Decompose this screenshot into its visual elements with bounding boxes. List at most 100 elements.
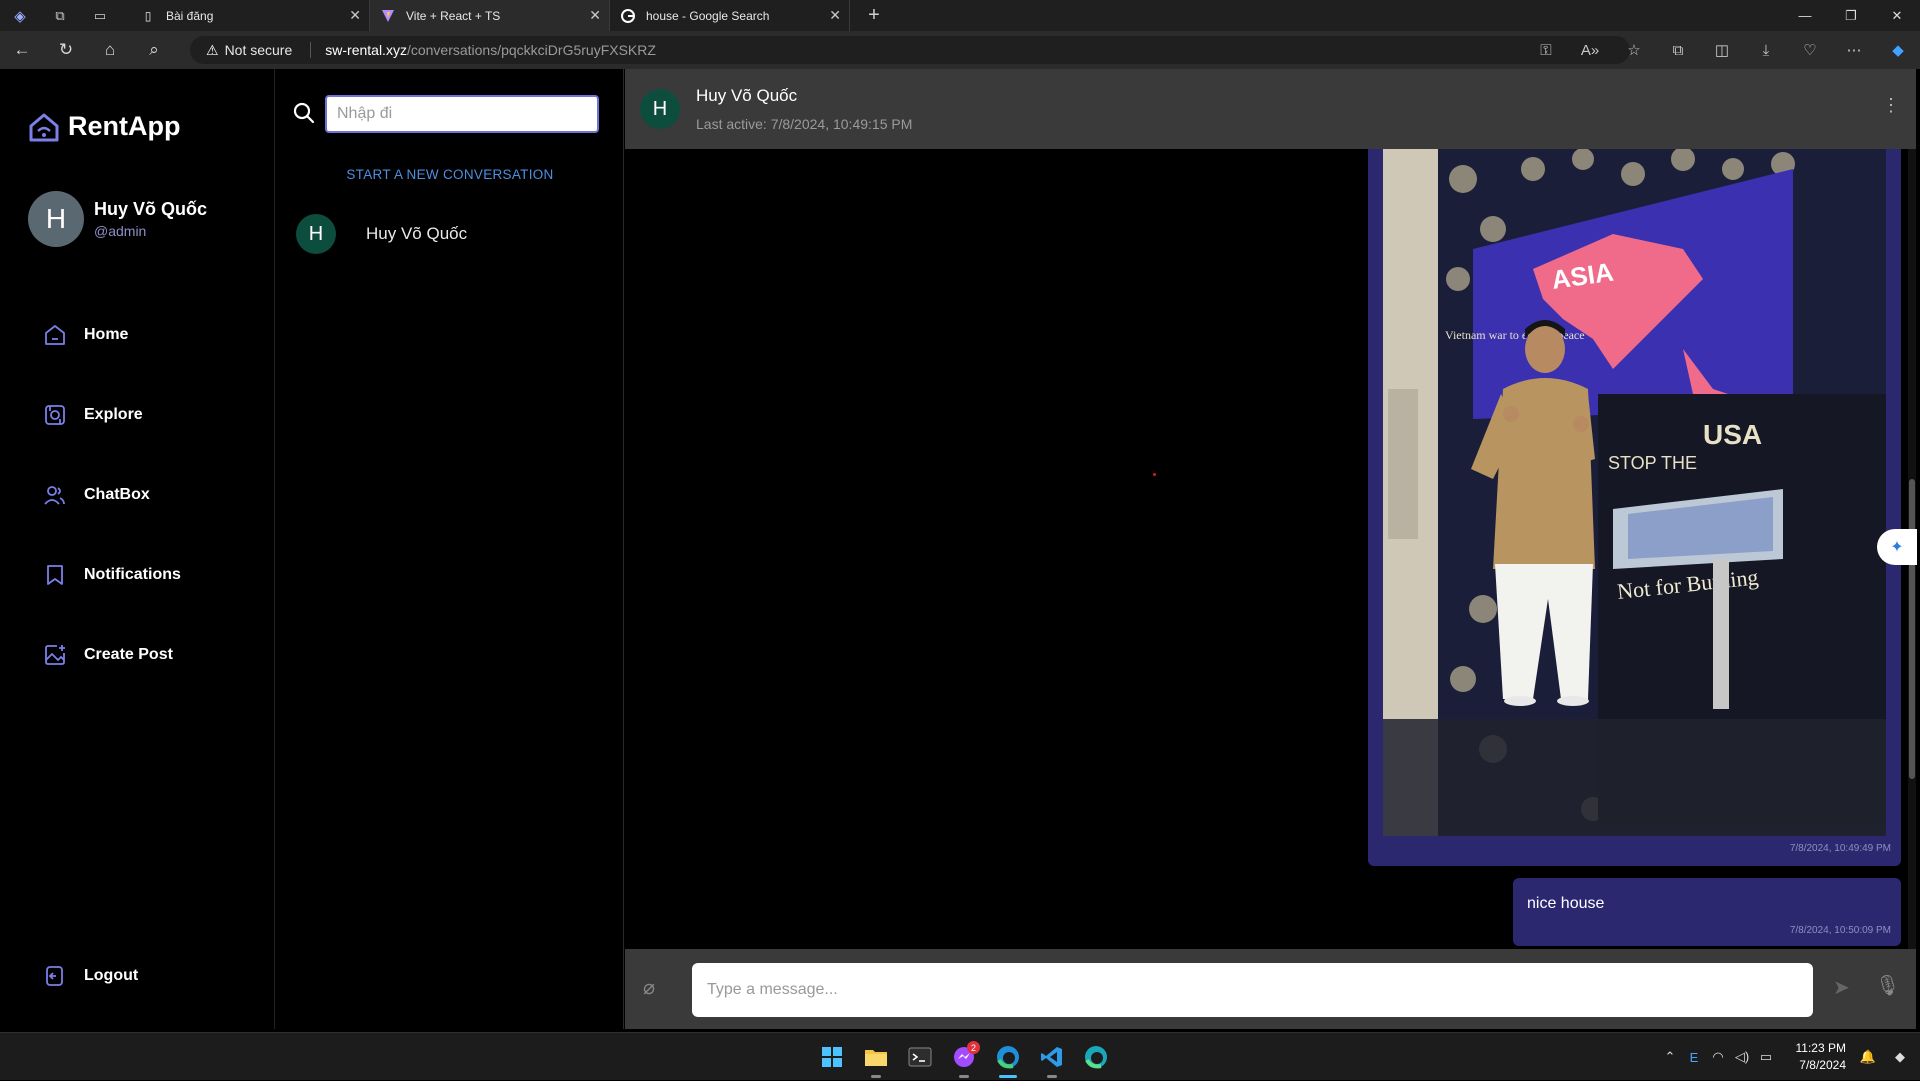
- tab-actions-icon[interactable]: ▭: [80, 0, 120, 31]
- key-icon[interactable]: ⚿: [1524, 31, 1568, 69]
- explore-icon: [42, 402, 68, 428]
- search-icon[interactable]: [292, 101, 316, 125]
- close-window-button[interactable]: ✕: [1874, 0, 1920, 31]
- message-composer: ⌀ ➤ 🎙: [625, 949, 1916, 1029]
- chat-area: H Huy Võ Quốc Last active: 7/8/2024, 10:…: [625, 69, 1916, 1029]
- copilot-icon[interactable]: ◆: [1876, 31, 1920, 69]
- nav-item-notifications[interactable]: Notifications: [42, 535, 181, 615]
- refresh-button[interactable]: ↻: [44, 31, 88, 69]
- tab-title: Bài đăng: [166, 8, 214, 23]
- attach-icon[interactable]: ⌀: [643, 975, 655, 1000]
- close-icon[interactable]: ✕: [349, 7, 361, 24]
- avatar: H: [28, 191, 84, 247]
- workspaces-icon[interactable]: ⧉: [40, 0, 80, 31]
- scrollbar-thumb[interactable]: [1909, 479, 1915, 779]
- avatar: H: [296, 214, 336, 254]
- home-button[interactable]: ⌂: [88, 31, 132, 69]
- terminal-button[interactable]: [898, 1033, 942, 1081]
- browser-essentials-icon[interactable]: ♡: [1788, 31, 1832, 69]
- send-icon[interactable]: ➤: [1833, 975, 1850, 1000]
- text-message[interactable]: nice house 7/8/2024, 10:50:09 PM: [1513, 878, 1901, 946]
- tab-title: house - Google Search: [646, 8, 770, 23]
- back-button[interactable]: ←: [0, 31, 44, 69]
- copilot-icon[interactable]: ◆: [1880, 1033, 1920, 1081]
- search-button[interactable]: ⌕: [132, 31, 176, 69]
- floating-assistant-icon[interactable]: ✦: [1877, 529, 1917, 565]
- nav-label: Create Post: [84, 646, 173, 663]
- nav-label: Home: [84, 326, 129, 343]
- search-input[interactable]: [325, 95, 599, 133]
- chevron-up-icon[interactable]: ⌃: [1658, 1033, 1682, 1081]
- more-menu-icon[interactable]: ⋯: [1832, 31, 1876, 69]
- file-explorer-button[interactable]: [854, 1033, 898, 1081]
- windows-icon: [822, 1047, 842, 1067]
- nav-label: Explore: [84, 406, 143, 423]
- read-aloud-icon[interactable]: A»: [1568, 31, 1612, 69]
- vite-icon: [380, 8, 396, 24]
- nav-item-create-post[interactable]: Create Post: [42, 615, 181, 695]
- message-text: nice house: [1527, 895, 1605, 912]
- address-bar[interactable]: ⚠ Not secure sw-rental.xyz/conversations…: [190, 36, 1630, 64]
- message-timestamp: 7/8/2024, 10:49:49 PM: [1789, 843, 1891, 854]
- battery-icon[interactable]: ▭: [1754, 1033, 1778, 1081]
- nav-item-chatbox[interactable]: ChatBox: [42, 455, 181, 535]
- rentapp: RentApp H Huy Võ Quốc @admin Home Explor…: [4, 69, 1916, 1029]
- nav-label: Notifications: [84, 566, 181, 583]
- image-text-usa: USA: [1703, 419, 1762, 450]
- nav-label: ChatBox: [84, 486, 150, 503]
- notification-badge: 2: [967, 1041, 980, 1054]
- warning-icon[interactable]: ⚠: [206, 42, 219, 59]
- message-list[interactable]: ASIA USA STOP THE Not for Burning Vietna…: [625, 149, 1916, 949]
- edge-dev-button[interactable]: [1074, 1033, 1118, 1081]
- new-tab-button[interactable]: +: [860, 0, 888, 31]
- download-icon[interactable]: ⤓: [1744, 31, 1788, 69]
- split-screen-icon[interactable]: ◫: [1700, 31, 1744, 69]
- logout-icon: [42, 963, 68, 989]
- start-button[interactable]: [810, 1033, 854, 1081]
- user-profile[interactable]: H Huy Võ Quốc @admin: [28, 191, 207, 247]
- user-name: Huy Võ Quốc: [94, 199, 208, 219]
- mic-icon[interactable]: 🎙: [1875, 973, 1900, 998]
- security-label[interactable]: Not secure: [225, 42, 293, 58]
- image-plus-icon: [42, 642, 68, 668]
- tab-google[interactable]: house - Google Search ✕: [610, 0, 850, 31]
- edge-button[interactable]: [986, 1033, 1030, 1081]
- logout-button[interactable]: Logout: [42, 936, 138, 1016]
- avatar[interactable]: H: [640, 89, 680, 129]
- bell-icon[interactable]: 🔔: [1856, 1033, 1880, 1081]
- more-options-icon[interactable]: ⋮: [1882, 95, 1900, 116]
- close-icon[interactable]: ✕: [829, 7, 841, 24]
- app-name: RentApp: [68, 111, 181, 141]
- running-indicator: [999, 1075, 1017, 1078]
- extensions-icon[interactable]: ⧉: [1656, 31, 1700, 69]
- close-icon[interactable]: ✕: [589, 7, 601, 24]
- image-message[interactable]: ASIA USA STOP THE Not for Burning Vietna…: [1368, 149, 1901, 866]
- conversation-item[interactable]: H Huy Võ Quốc: [296, 213, 606, 255]
- start-conversation-link[interactable]: START A NEW CONVERSATION: [276, 167, 624, 182]
- nav-item-home[interactable]: Home: [42, 295, 181, 375]
- clock-date: 7/8/2024: [1799, 1058, 1846, 1072]
- bookmark-bell-icon: [42, 562, 68, 588]
- user-handle: @admin: [94, 223, 147, 239]
- logout-label: Logout: [84, 967, 139, 984]
- vscode-button[interactable]: [1030, 1033, 1074, 1081]
- tab-bai-dang[interactable]: ▯ Bài đăng ✕: [130, 0, 370, 31]
- volume-icon[interactable]: ◁): [1730, 1033, 1754, 1081]
- message-input[interactable]: [692, 963, 1813, 1017]
- profile-icon[interactable]: ◈: [0, 0, 40, 31]
- logo[interactable]: RentApp: [28, 111, 180, 142]
- taskbar: 2 ⌃ E ◠ ◁) ▭ 11:23 PM 7/8/2024 🔔 ◆: [0, 1032, 1920, 1080]
- messenger-button[interactable]: 2: [942, 1033, 986, 1081]
- tab-vite[interactable]: Vite + React + TS ✕: [370, 0, 610, 31]
- nav-item-explore[interactable]: Explore: [42, 375, 181, 455]
- message-timestamp: 7/8/2024, 10:50:09 PM: [1789, 925, 1891, 936]
- clock[interactable]: 11:23 PM 7/8/2024: [1778, 1040, 1856, 1074]
- wifi-icon[interactable]: ◠: [1706, 1033, 1730, 1081]
- message-photo[interactable]: ASIA USA STOP THE Not for Burning Vietna…: [1383, 149, 1886, 836]
- favorite-star-icon[interactable]: ☆: [1612, 31, 1656, 69]
- unikey-icon[interactable]: E: [1682, 1033, 1706, 1081]
- terminal-icon: [908, 1047, 932, 1067]
- house-wifi-icon: [29, 113, 59, 141]
- minimize-button[interactable]: —: [1782, 0, 1828, 31]
- restore-button[interactable]: ❐: [1828, 0, 1874, 31]
